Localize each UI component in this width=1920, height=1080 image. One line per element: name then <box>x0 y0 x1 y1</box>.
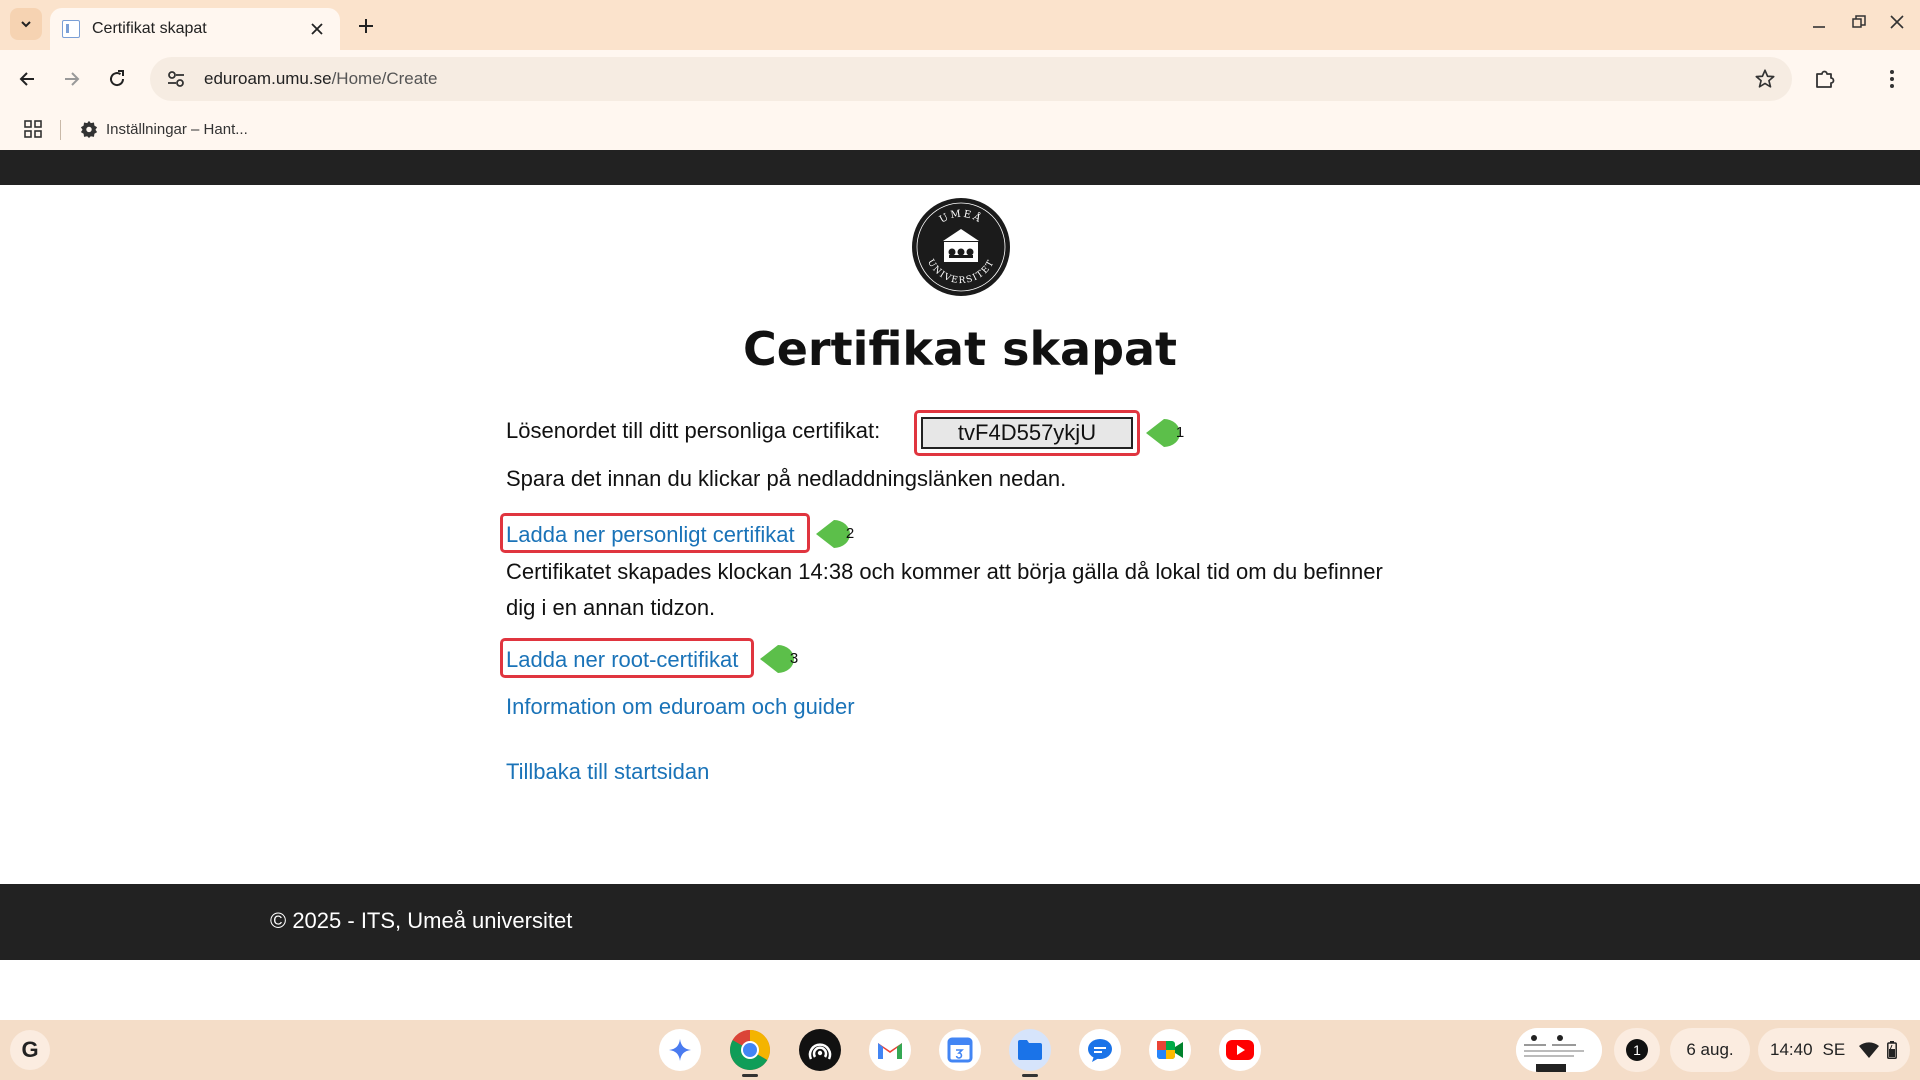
locale-text: SE <box>1822 1040 1846 1059</box>
calendar-app-icon[interactable] <box>939 1029 981 1071</box>
arrow-left-icon <box>19 72 34 86</box>
address-bar[interactable]: eduroam.umu.se/Home/Create <box>150 57 1792 101</box>
extensions-button[interactable] <box>1808 62 1842 96</box>
notification-count-badge: 1 <box>1626 1039 1648 1061</box>
download-root-certificate-link[interactable]: Ladda ner root-certifikat <box>506 647 738 673</box>
restore-button[interactable] <box>1842 8 1876 36</box>
restore-icon <box>1852 15 1866 28</box>
site-info-icon[interactable] <box>162 65 190 93</box>
window-close-button[interactable] <box>1880 8 1914 36</box>
new-tab-button[interactable] <box>352 12 380 40</box>
page-title: Certifikat skapat <box>742 322 1178 376</box>
callout-number: 2 <box>845 525 855 542</box>
minimize-button[interactable] <box>1802 8 1836 36</box>
status-tray[interactable]: 14:40 SE <box>1758 1028 1910 1072</box>
files-running-indicator <box>1022 1074 1038 1077</box>
notification-tray[interactable]: 1 <box>1614 1028 1660 1072</box>
bookmark-settings[interactable]: Inställningar – Hant... <box>80 114 248 144</box>
reload-button[interactable] <box>100 62 134 96</box>
forward-button[interactable] <box>55 62 89 96</box>
password-value[interactable]: tvF4D557ykjU <box>921 417 1133 449</box>
battery-icon <box>1887 1041 1898 1059</box>
site-footer: © 2025 - ITS, Umeå universitet <box>0 884 1920 960</box>
close-icon <box>311 23 323 35</box>
screen-capture-thumbnail[interactable] <box>1516 1028 1602 1072</box>
bookmarks-bar: Inställningar – Hant... <box>0 108 1920 150</box>
back-button[interactable] <box>10 62 44 96</box>
footer-copyright: © 2025 - ITS, Umeå universitet <box>270 908 573 933</box>
launcher-button[interactable]: G <box>10 1030 50 1070</box>
bookmarks-separator <box>60 120 61 140</box>
password-label: Lösenordet till ditt personliga certifik… <box>506 418 881 443</box>
close-icon <box>1890 15 1904 29</box>
url-text[interactable]: eduroam.umu.se/Home/Create <box>204 69 1750 89</box>
bookmark-star-button[interactable] <box>1750 64 1780 94</box>
chrome-running-indicator <box>742 1074 758 1077</box>
reload-icon <box>110 70 125 87</box>
files-app-icon[interactable] <box>1009 1029 1051 1071</box>
apps-button[interactable] <box>20 116 46 142</box>
callout-badge-2: 2 <box>816 518 866 550</box>
puzzle-icon <box>1816 70 1835 88</box>
star-icon <box>1755 69 1775 88</box>
gmail-app-icon[interactable] <box>869 1029 911 1071</box>
password-highlight: tvF4D557ykjU <box>914 410 1140 456</box>
minimize-icon <box>1813 26 1825 28</box>
date-tray[interactable]: 6 aug. <box>1670 1028 1750 1072</box>
tab-close-button[interactable] <box>306 18 328 40</box>
certificate-note: Certifikatet skapades klockan 14:38 och … <box>506 559 1383 620</box>
callout-badge-1: 1 <box>1146 417 1196 449</box>
callout-number: 1 <box>1175 424 1185 441</box>
apps-grid-icon <box>24 120 42 138</box>
os-shelf: G 1 6 aug. 14:40 SE <box>0 1020 1920 1080</box>
page-favicon-icon <box>62 20 80 38</box>
chrome-app-icon[interactable] <box>729 1029 771 1071</box>
podcast-app-icon[interactable] <box>799 1029 841 1071</box>
url-path: /Home/Create <box>331 69 438 88</box>
meet-app-icon[interactable] <box>1149 1029 1191 1071</box>
gear-icon <box>80 120 98 138</box>
bookmark-label: Inställningar – Hant... <box>106 120 248 138</box>
youtube-app-icon[interactable] <box>1219 1029 1261 1071</box>
plus-icon <box>359 19 373 33</box>
time-text: 14:40 <box>1770 1040 1813 1059</box>
more-vertical-icon <box>1890 70 1894 88</box>
messages-app-icon[interactable] <box>1079 1029 1121 1071</box>
browser-toolbar: eduroam.umu.se/Home/Create <box>0 50 1920 108</box>
download-personal-certificate-link[interactable]: Ladda ner personligt certifikat <box>506 522 795 548</box>
tab-strip: Certifikat skapat <box>0 0 1920 50</box>
date-text: 6 aug. <box>1686 1040 1734 1059</box>
save-note: Spara det innan du klickar på nedladdnin… <box>506 466 1067 491</box>
site-header-bar <box>0 150 1920 185</box>
tab-title: Certifikat skapat <box>92 20 207 37</box>
gemini-app-icon[interactable] <box>659 1029 701 1071</box>
chevron-down-icon <box>21 21 31 28</box>
university-seal-logo: UMEÅ UNIVERSITET <box>912 198 1010 296</box>
url-host: eduroam.umu.se <box>204 69 332 88</box>
menu-button[interactable] <box>1875 62 1909 96</box>
arrow-right-icon <box>65 72 80 86</box>
tab-search-button[interactable] <box>10 8 42 40</box>
callout-number: 3 <box>789 650 799 667</box>
callout-badge-3: 3 <box>760 643 810 675</box>
back-to-start-link[interactable]: Tillbaka till startsidan <box>506 759 709 785</box>
eduroam-info-link[interactable]: Information om eduroam och guider <box>506 694 855 720</box>
active-tab[interactable]: Certifikat skapat <box>50 8 340 50</box>
wifi-icon <box>1859 1042 1880 1058</box>
